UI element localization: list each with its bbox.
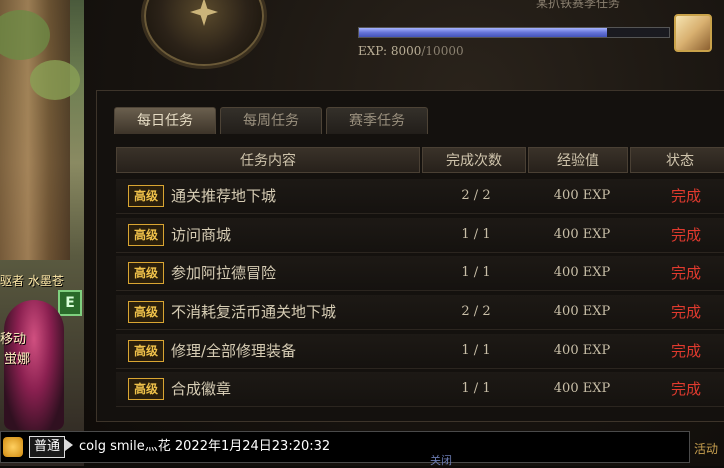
table-row[interactable]: 高级 不消耗复活币通关地下城 2 / 2 400 EXP 完成: [116, 295, 724, 330]
character-status-text: 移动: [0, 332, 27, 347]
chat-input[interactable]: colg smile灬花 2022年1月24日23:20:32: [79, 436, 330, 458]
grade-badge: 高级: [128, 301, 164, 323]
chat-channel-arrow-icon[interactable]: [65, 439, 73, 451]
tab-daily[interactable]: 每日任务: [114, 107, 216, 134]
grade-badge: 高级: [128, 378, 164, 400]
task-exp: 400 EXP: [553, 227, 611, 242]
task-name: 修理/全部修理装备: [171, 342, 297, 360]
table-header: 任务内容 完成次数 经验值 状态: [116, 147, 724, 173]
task-count: 1 / 1: [461, 265, 491, 280]
exp-max: 10000: [425, 44, 464, 58]
task-name: 参加阿拉德冒险: [171, 264, 277, 282]
exp-progress-bar: [358, 27, 670, 38]
task-name: 通关推荐地下城: [171, 187, 277, 205]
character-subname: 蛍娜: [4, 352, 31, 367]
grade-badge: 高级: [128, 340, 164, 362]
reward-box-icon[interactable]: [674, 14, 712, 52]
foliage: [30, 60, 80, 100]
exp-label: EXP:: [358, 44, 387, 58]
task-count: 1 / 1: [461, 227, 491, 242]
grade-badge: 高级: [128, 262, 164, 284]
exp-progress-fill: [359, 28, 607, 37]
task-count: 2 / 2: [461, 188, 491, 203]
table-row[interactable]: 高级 合成徽章 1 / 1 400 EXP 完成: [116, 372, 724, 407]
e-badge[interactable]: E: [58, 290, 82, 316]
chat-emoji-icon[interactable]: [3, 437, 23, 457]
grade-badge: 高级: [128, 224, 164, 246]
tab-weekly[interactable]: 每周任务: [220, 107, 322, 134]
grade-badge: 高级: [128, 185, 164, 207]
task-status: 完成: [670, 380, 701, 398]
exp-current: 8000: [390, 44, 422, 58]
table-row[interactable]: 高级 通关推荐地下城 2 / 2 400 EXP 完成: [116, 179, 724, 214]
panel-title: 某扒铁赛季任务: [536, 0, 621, 10]
event-label[interactable]: 活动: [694, 440, 718, 457]
table-row[interactable]: 高级 修理/全部修理装备 1 / 1 400 EXP 完成: [116, 334, 724, 369]
task-count: 1 / 1: [461, 343, 491, 358]
task-status: 完成: [670, 187, 701, 205]
task-status: 完成: [670, 342, 701, 360]
task-name: 不消耗复活币通关地下城: [171, 303, 337, 321]
task-status: 完成: [670, 264, 701, 282]
task-exp: 400 EXP: [553, 188, 611, 203]
task-name: 合成徽章: [171, 380, 232, 398]
chat-bar[interactable]: 普通 colg smile灬花 2022年1月24日23:20:32: [0, 431, 690, 463]
task-exp: 400 EXP: [553, 304, 611, 319]
col-count: 完成次数: [422, 147, 526, 173]
col-task: 任务内容: [116, 147, 420, 173]
emblem-star-icon: [190, 0, 218, 26]
game-scene: 驱者 水墨苍 E 移动 蛍娜: [0, 0, 84, 466]
task-exp: 400 EXP: [553, 265, 611, 280]
chat-channel-button[interactable]: 普通: [29, 436, 65, 458]
tab-season[interactable]: 赛季任务: [326, 107, 428, 134]
table-row[interactable]: 高级 访问商城 1 / 1 400 EXP 完成: [116, 218, 724, 253]
character-name: 驱者 水墨苍: [0, 274, 64, 288]
task-count: 2 / 2: [461, 304, 491, 319]
task-status: 完成: [670, 226, 701, 244]
col-exp: 经验值: [528, 147, 628, 173]
task-name: 访问商城: [171, 226, 232, 244]
task-exp: 400 EXP: [553, 381, 611, 396]
exp-readout: EXP: 8000/10000: [358, 44, 464, 58]
task-count: 1 / 1: [461, 381, 491, 396]
task-exp: 400 EXP: [553, 343, 611, 358]
col-status: 状态: [630, 147, 724, 173]
table-row[interactable]: 高级 参加阿拉德冒险 1 / 1 400 EXP 完成: [116, 256, 724, 291]
season-emblem: [144, 0, 264, 66]
task-status: 完成: [670, 303, 701, 321]
